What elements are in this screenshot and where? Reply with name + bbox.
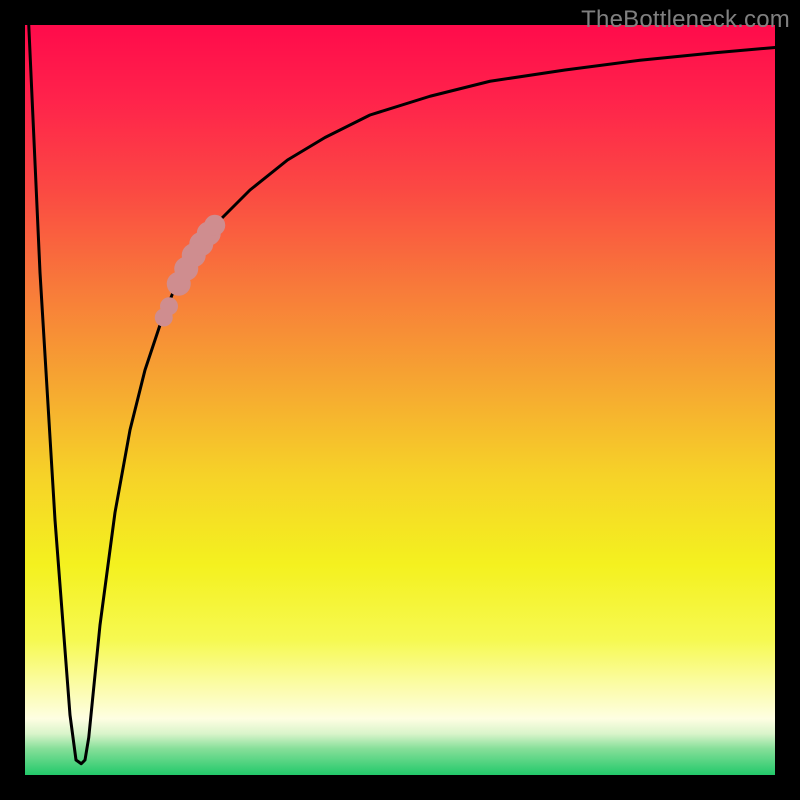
chart-frame: TheBottleneck.com: [0, 0, 800, 800]
plot-area: [25, 25, 775, 775]
plot-svg: [25, 25, 775, 775]
highlight-dot: [204, 215, 225, 236]
highlight-dot: [160, 297, 178, 315]
watermark-text: TheBottleneck.com: [581, 6, 790, 34]
